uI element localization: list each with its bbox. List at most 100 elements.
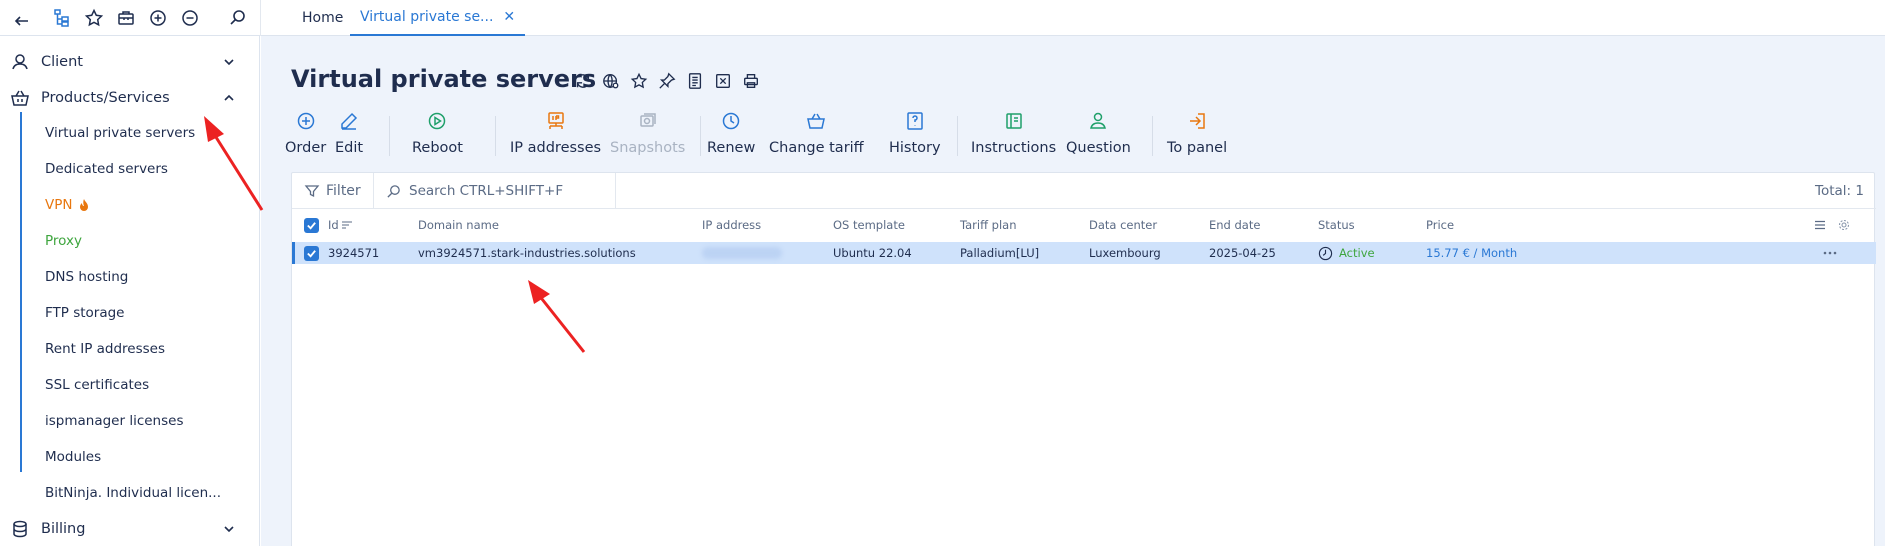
sidebar-item-label: VPN [45, 197, 73, 213]
status-text: Active [1339, 246, 1375, 260]
chevron-down-icon [224, 59, 234, 66]
main-content: Virtual private servers Order Edit Reboo… [261, 36, 1885, 546]
pin-icon[interactable] [656, 70, 678, 92]
cell-status: Active [1318, 242, 1375, 264]
sidebar-item-rent-ip-addresses[interactable]: Rent IP addresses [45, 334, 165, 364]
document-list-icon[interactable] [684, 70, 706, 92]
renew-button[interactable]: Renew [707, 108, 755, 164]
ip-addresses-button[interactable]: IP addresses [510, 108, 601, 164]
sidebar-item-ispmanager-licenses[interactable]: ispmanager licenses [45, 406, 183, 436]
sidebar-item-label: ispmanager licenses [45, 413, 184, 429]
column-header-status[interactable]: Status [1318, 210, 1355, 240]
tab-home-label: Home [302, 10, 344, 26]
history-button[interactable]: History [889, 108, 941, 164]
sidebar-group-label: Products/Services [41, 90, 170, 106]
table-settings-gear-icon[interactable] [1838, 210, 1850, 240]
question-button[interactable]: Question [1066, 108, 1131, 164]
table-header: Id Domain name IP address OS template Ta… [292, 210, 1876, 240]
sidebar-group-billing[interactable]: Billing [0, 512, 260, 546]
user-icon [12, 54, 28, 70]
sidebar-item-virtual-private-servers[interactable]: Virtual private servers [45, 118, 195, 148]
sidebar-group-products-services[interactable]: Products/Services [0, 81, 260, 115]
zoom-out-circle-icon[interactable] [176, 4, 204, 32]
column-header-tariff-plan[interactable]: Tariff plan [960, 210, 1017, 240]
print-icon[interactable] [740, 70, 762, 92]
select-all-checkbox[interactable] [304, 210, 319, 240]
sidebar-item-ssl-certificates[interactable]: SSL certificates [45, 370, 149, 400]
refresh-icon[interactable] [572, 70, 594, 92]
column-header-end-date[interactable]: End date [1209, 210, 1260, 240]
zoom-in-circle-icon[interactable] [144, 4, 172, 32]
globe-settings-icon[interactable] [600, 70, 622, 92]
sidebar-item-dedicated-servers[interactable]: Dedicated servers [45, 154, 168, 184]
sidebar-item-label: Rent IP addresses [45, 341, 166, 357]
column-header-os-template[interactable]: OS template [833, 210, 905, 240]
column-header-id[interactable]: Id [328, 210, 353, 240]
favorite-star-icon[interactable] [628, 70, 650, 92]
column-header-price[interactable]: Price [1426, 210, 1454, 240]
button-label: History [889, 140, 941, 156]
ip-network-icon [547, 112, 564, 129]
servers-table-panel: Filter Total: 1 Id Domain name IP addres… [291, 172, 1876, 546]
row-more-options-icon[interactable] [1822, 242, 1838, 264]
instructions-button[interactable]: Instructions [971, 108, 1056, 164]
reboot-button[interactable]: Reboot [412, 108, 463, 164]
pencil-icon [341, 112, 358, 130]
table-row[interactable]: 3924571 vm3924571.stark-industries.solut… [292, 242, 1876, 264]
sidebar-group-client[interactable]: Client [0, 45, 260, 79]
change-tariff-button[interactable]: Change tariff [769, 108, 864, 164]
sidebar-item-label: Dedicated servers [45, 161, 168, 177]
total-count: Total: 1 [1815, 183, 1864, 199]
row-selected-indicator [292, 242, 295, 264]
edit-button[interactable]: Edit [335, 108, 363, 164]
column-header-domain-name[interactable]: Domain name [418, 210, 499, 240]
tab-home[interactable]: Home [292, 0, 353, 36]
toolbar-divider [957, 116, 958, 156]
star-icon[interactable] [80, 4, 108, 32]
coins-icon [13, 520, 27, 538]
filter-label: Filter [326, 183, 361, 199]
column-header-ip-address[interactable]: IP address [702, 210, 761, 240]
to-panel-button[interactable]: To panel [1167, 108, 1227, 164]
row-checkbox[interactable] [304, 242, 319, 264]
search-icon[interactable] [224, 4, 252, 32]
sidebar-item-modules[interactable]: Modules [45, 442, 101, 472]
sidebar-item-label: Virtual private servers [45, 125, 196, 141]
column-label: Id [328, 218, 339, 232]
sidebar-item-proxy[interactable]: Proxy [45, 226, 82, 256]
column-label: Status [1318, 218, 1355, 232]
order-button[interactable]: Order [285, 108, 326, 164]
column-menu-icon[interactable] [1814, 210, 1826, 240]
sidebar-item-label: SSL certificates [45, 377, 150, 393]
toolbox-icon[interactable] [112, 4, 140, 32]
sort-icon [341, 221, 352, 229]
button-label: To panel [1167, 140, 1228, 156]
sidebar-item-vpn[interactable]: VPN [45, 190, 90, 220]
close-tab-icon[interactable]: ✕ [503, 9, 515, 25]
search-divider [615, 173, 616, 209]
sidebar-group-label: Billing [41, 521, 86, 537]
snapshots-button[interactable]: Snapshots [610, 108, 685, 164]
sidebar-item-dns-hosting[interactable]: DNS hosting [45, 262, 128, 292]
filter-button[interactable]: Filter [304, 173, 361, 209]
column-label: End date [1209, 218, 1261, 232]
excel-export-icon[interactable] [712, 70, 734, 92]
sidebar-item-bitninja[interactable]: BitNinja. Individual licen... [45, 478, 221, 508]
tab-virtual-private-servers[interactable]: Virtual private se... ✕ [350, 0, 526, 36]
sidebar-tree-line [20, 112, 22, 472]
column-header-data-center[interactable]: Data center [1089, 210, 1157, 240]
cell-data-center: Luxembourg [1089, 246, 1161, 260]
back-arrow-icon[interactable] [8, 4, 36, 32]
column-label: Domain name [418, 218, 499, 232]
cell-domain-name: vm3924571.stark-industries.solutions [418, 246, 636, 260]
cell-id: 3924571 [328, 246, 380, 260]
sidebar-item-ftp-storage[interactable]: FTP storage [45, 298, 125, 328]
basket-icon [807, 113, 826, 129]
reboot-icon [429, 112, 446, 130]
search-input[interactable] [409, 183, 609, 199]
check-icon [307, 249, 316, 258]
tree-structure-icon[interactable] [48, 4, 76, 32]
chevron-up-icon [224, 94, 234, 101]
column-label: Price [1426, 218, 1455, 232]
cell-os-template: Ubuntu 22.04 [833, 246, 912, 260]
